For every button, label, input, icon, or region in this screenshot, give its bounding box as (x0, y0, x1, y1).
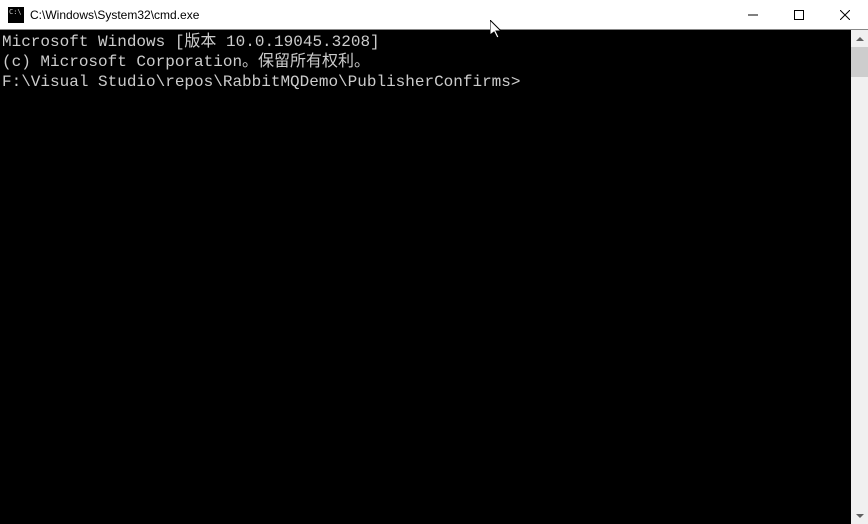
output-line: Microsoft Windows [版本 10.0.19045.3208] (2, 32, 851, 52)
chevron-down-icon (856, 514, 864, 518)
close-button[interactable] (822, 0, 868, 29)
scroll-track[interactable] (851, 47, 868, 507)
vertical-scrollbar[interactable] (851, 30, 868, 524)
scroll-down-arrow[interactable] (851, 507, 868, 524)
maximize-icon (794, 10, 804, 20)
cmd-icon (8, 7, 24, 23)
chevron-up-icon (856, 37, 864, 41)
titlebar: C:\Windows\System32\cmd.exe (0, 0, 868, 30)
scroll-thumb[interactable] (851, 47, 868, 77)
window-controls (730, 0, 868, 29)
window-title: C:\Windows\System32\cmd.exe (30, 8, 730, 22)
scroll-up-arrow[interactable] (851, 30, 868, 47)
maximize-button[interactable] (776, 0, 822, 29)
minimize-icon (748, 10, 758, 20)
terminal-output[interactable]: Microsoft Windows [版本 10.0.19045.3208](c… (0, 30, 851, 524)
prompt-line: F:\Visual Studio\repos\RabbitMQDemo\Publ… (2, 72, 851, 92)
terminal-wrapper: Microsoft Windows [版本 10.0.19045.3208](c… (0, 30, 868, 524)
output-line: (c) Microsoft Corporation。保留所有权利。 (2, 52, 851, 72)
close-icon (840, 10, 850, 20)
minimize-button[interactable] (730, 0, 776, 29)
